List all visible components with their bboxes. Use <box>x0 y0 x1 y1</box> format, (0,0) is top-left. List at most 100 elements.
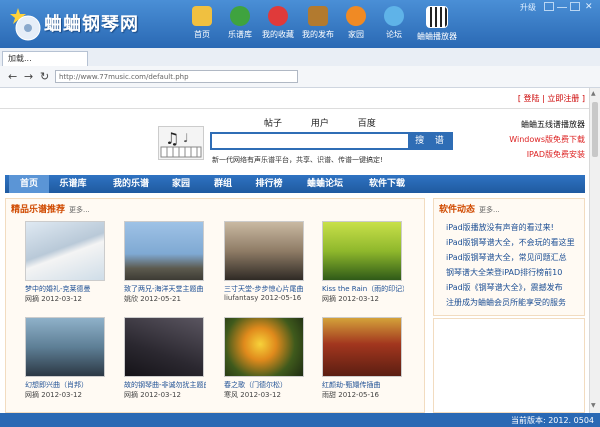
login-links: [ 登陆 | 立即注册 ] <box>517 94 585 103</box>
nav-forum[interactable]: 论坛 <box>372 6 416 46</box>
score-author: 姚欣 <box>124 295 138 303</box>
music-note-piano-icon: ♫ ♩ <box>158 126 204 160</box>
score-title[interactable]: 梦中的婚礼-克莱德曼 <box>25 284 107 294</box>
featured-more-link[interactable]: 更多... <box>69 206 90 214</box>
score-thumbnail[interactable] <box>224 317 304 377</box>
nav-forum-label: 论坛 <box>386 30 402 39</box>
search-button[interactable]: 搜 谱 <box>410 132 453 150</box>
nav-player[interactable]: 蛐蛐播放器 <box>412 6 462 46</box>
cat-forum[interactable]: 蛐蛐论坛 <box>299 175 351 193</box>
list-item[interactable]: 梦中的婚礼-克莱德曼 网摘 2012-03-12 <box>25 221 107 304</box>
scroll-up-icon[interactable]: ▲ <box>591 90 596 97</box>
list-item[interactable]: 三寸天堂-步步惊心片尾曲 liufantasy 2012-05-16 <box>224 221 306 302</box>
refresh-icon[interactable]: ↻ <box>40 70 49 83</box>
featured-title-text: 精品乐谱推荐 <box>11 205 66 215</box>
news-title: 软件动态 更多... <box>439 202 500 215</box>
score-title[interactable]: Kiss the Rain（雨的印记） <box>322 284 404 294</box>
vertical-scrollbar[interactable]: ▲ ▼ <box>589 88 600 413</box>
score-thumbnail[interactable] <box>124 221 204 281</box>
search-input[interactable] <box>210 132 410 150</box>
top-links-bar: [ 登陆 | 立即注册 ] <box>0 88 589 109</box>
score-author: 网摘 <box>322 295 336 303</box>
list-item[interactable]: Kiss the Rain（雨的印记） 网摘 2012-03-12 <box>322 221 404 304</box>
score-thumbnail[interactable] <box>224 221 304 281</box>
nav-favorites-label: 我的收藏 <box>262 30 294 39</box>
score-title[interactable]: 三寸天堂-步步惊心片尾曲 <box>224 284 306 294</box>
score-author: 寒风 <box>224 391 238 399</box>
score-date: 2012-03-12 <box>140 391 181 399</box>
forward-icon[interactable]: → <box>24 70 33 83</box>
scroll-down-icon[interactable]: ▼ <box>591 402 596 409</box>
score-thumbnail[interactable] <box>25 221 105 281</box>
nav-favorites[interactable]: 我的收藏 <box>256 6 300 46</box>
version-text: 当前版本: 2012. 0504 <box>510 416 594 425</box>
nav-player-label: 蛐蛐播放器 <box>417 32 457 41</box>
score-thumbnail[interactable] <box>25 317 105 377</box>
list-item[interactable]: 故的钢琴曲-非诚勿扰主题曲 网摘 2012-03-12 <box>124 317 206 400</box>
url-field[interactable]: http://www.77music.com/default.php <box>55 70 298 83</box>
back-icon[interactable]: ← <box>8 70 17 83</box>
login-link[interactable]: 登陆 <box>524 94 540 103</box>
cat-home[interactable]: 首页 <box>9 175 49 193</box>
score-meta: 姚欣 2012-05-21 <box>124 294 206 304</box>
news-item[interactable]: iPad版播放没有声音的看过来! <box>446 222 554 233</box>
search-tab-users[interactable]: 用户 <box>311 119 329 129</box>
score-thumbnail[interactable] <box>322 221 402 281</box>
score-meta: 网摘 2012-03-12 <box>124 390 206 400</box>
score-meta: 网摘 2012-03-12 <box>25 294 107 304</box>
promo-player: 蛐蛐五线谱播放器 <box>521 120 585 129</box>
news-more-link[interactable]: 更多... <box>479 206 500 214</box>
score-thumbnail[interactable] <box>124 317 204 377</box>
people-icon <box>346 6 366 26</box>
upgrade-link[interactable]: 升级 <box>520 2 536 13</box>
score-title[interactable]: 幻想即兴曲（肖邦） <box>25 380 107 390</box>
cat-software-download[interactable]: 软件下载 <box>361 175 413 193</box>
home-icon <box>192 6 212 26</box>
news-item[interactable]: 注册成为蛐蛐会员所能享受的服务 <box>446 297 566 308</box>
maximize-icon[interactable] <box>570 2 580 11</box>
search-tab-baidu[interactable]: 百度 <box>358 119 376 129</box>
list-item[interactable]: 红颜劫-甄嬛传插曲 雨甜 2012-05-16 <box>322 317 404 400</box>
web-content: [ 登陆 | 立即注册 ] ♫ ♩ 帖子 用户 百度 搜 谱 新一代网络有声乐谱… <box>0 88 589 413</box>
software-news-panel: 软件动态 更多... iPad版播放没有声音的看过来! iPad版钢琴谱大全，不会… <box>433 198 585 316</box>
score-title[interactable]: 故的钢琴曲-非诚勿扰主题曲 <box>124 380 206 390</box>
list-item[interactable]: 致了两兄-海洋天堂主题曲 姚欣 2012-05-21 <box>124 221 206 304</box>
score-title[interactable]: 红颜劫-甄嬛传插曲 <box>322 380 404 390</box>
browser-tab[interactable]: 加载... <box>2 51 88 66</box>
scrollbar-thumb[interactable] <box>592 102 598 157</box>
score-title[interactable]: 致了两兄-海洋天堂主题曲 <box>124 284 206 294</box>
svg-text:♩: ♩ <box>183 131 189 145</box>
score-date: 2012-03-12 <box>338 295 379 303</box>
featured-scores-panel: 精品乐谱推荐 更多... 梦中的婚礼-克莱德曼 网摘 2012-03-12 致了两… <box>5 198 425 413</box>
list-item[interactable]: 春之歌（门德尔松） 寒风 2012-03-12 <box>224 317 306 400</box>
cat-groups[interactable]: 群组 <box>207 175 239 193</box>
featured-title: 精品乐谱推荐 更多... <box>11 202 90 215</box>
close-icon[interactable]: ✕ <box>585 2 593 12</box>
list-item[interactable]: 幻想即兴曲（肖邦） 网摘 2012-03-12 <box>25 317 107 400</box>
score-date: 2012-03-12 <box>41 295 82 303</box>
news-item[interactable]: iPad版钢琴谱大全，不会玩的看这里 <box>446 237 575 248</box>
search-tab-posts[interactable]: 帖子 <box>264 119 282 129</box>
score-meta: liufantasy 2012-05-16 <box>224 294 306 302</box>
news-item[interactable]: iPad版钢琴谱大全，常见问题汇总 <box>446 252 567 263</box>
news-item[interactable]: 钢琴谱大全荣登iPAD排行榜前10 <box>446 267 562 278</box>
score-meta: 网摘 2012-03-12 <box>25 390 107 400</box>
cat-community[interactable]: 家园 <box>165 175 197 193</box>
watermark: 当下软件园 <box>492 387 547 400</box>
cat-library[interactable]: 乐谱库 <box>53 175 93 193</box>
score-date: 2012-03-12 <box>240 391 281 399</box>
cat-rankings[interactable]: 排行榜 <box>249 175 289 193</box>
minimize-icon[interactable] <box>557 7 567 10</box>
promo-ipad-install[interactable]: IPAD版免费安装 <box>527 149 585 160</box>
status-bar: 当前版本: 2012. 0504 <box>0 413 600 427</box>
cat-my-scores[interactable]: 我的乐谱 <box>107 175 155 193</box>
score-thumbnail[interactable] <box>322 317 402 377</box>
menu-icon[interactable] <box>544 2 554 11</box>
register-link[interactable]: 立即注册 <box>547 94 579 103</box>
score-meta: 寒风 2012-03-12 <box>224 390 306 400</box>
score-title[interactable]: 春之歌（门德尔松） <box>224 380 306 390</box>
promo-windows-download[interactable]: Windows版免费下载 <box>509 134 585 145</box>
score-author: liufantasy <box>224 294 259 302</box>
slogan: 新一代网络有声乐谱平台，共享、识谱、传谱一键搞定! <box>212 156 383 164</box>
news-item[interactable]: iPad版《钢琴谱大全》，震撼发布 <box>446 282 563 293</box>
